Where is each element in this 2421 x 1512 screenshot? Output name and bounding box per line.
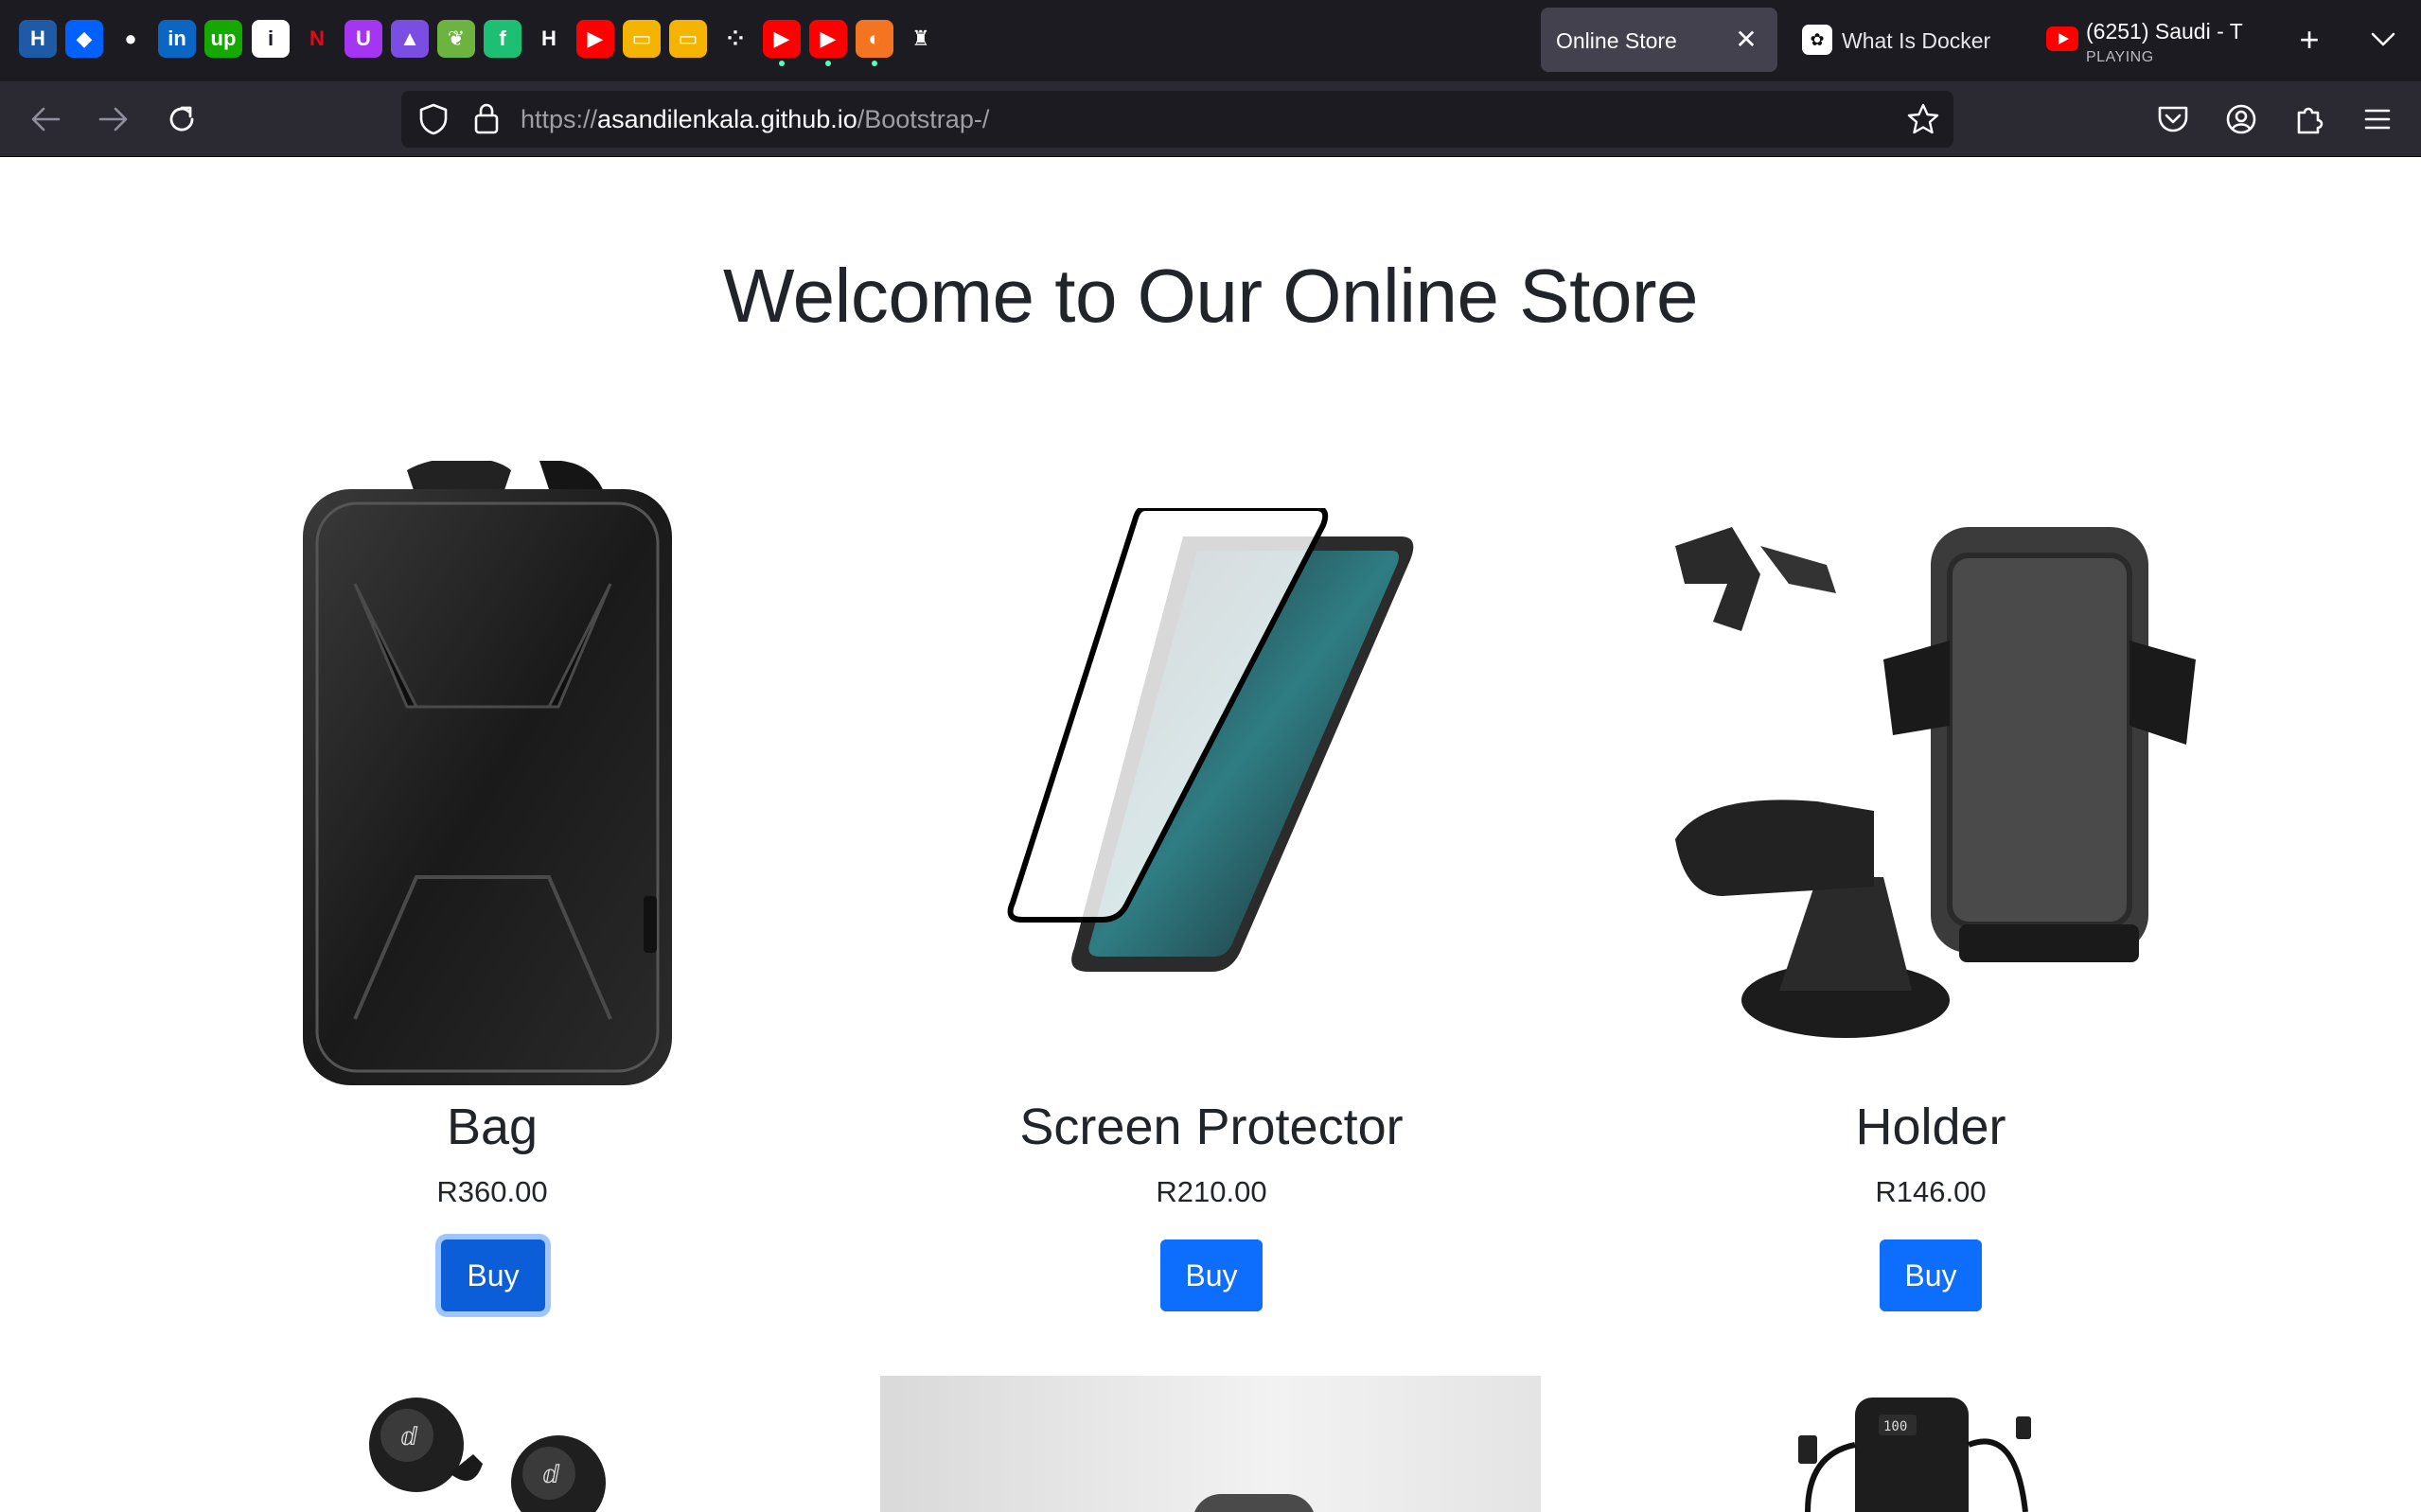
earbuds-image: ⅆ ⅆ xyxy=(369,1398,606,1512)
dropbox-icon[interactable]: ◆ xyxy=(65,20,103,58)
close-icon[interactable]: ✕ xyxy=(1730,23,1762,55)
page-title: Welcome to Our Online Store xyxy=(723,254,1698,338)
tab-online-store[interactable]: Online Store ✕ xyxy=(1541,8,1777,72)
hyperskill-icon[interactable]: H xyxy=(530,20,568,58)
app-purple-icon[interactable]: ▲ xyxy=(391,20,429,58)
product-price: R146.00 xyxy=(1875,1175,1987,1208)
udemy-icon[interactable]: U xyxy=(345,20,382,58)
spring-icon[interactable]: ❦ xyxy=(437,20,475,58)
tracking-protection-shield-icon[interactable] xyxy=(418,103,449,140)
crest-icon[interactable]: ♜ xyxy=(902,20,940,58)
list-all-tabs-chevron-icon[interactable] xyxy=(2364,21,2402,59)
svg-text:100: 100 xyxy=(1883,1419,1907,1434)
info-icon[interactable]: i xyxy=(252,20,290,58)
url-text[interactable]: https://asandilenkala.github.io/Bootstra… xyxy=(521,105,989,134)
tab-what-is-docker[interactable]: ✿ What Is Docker xyxy=(1791,8,2018,72)
lock-icon[interactable] xyxy=(473,102,500,139)
dots-app-icon[interactable]: ⁘ xyxy=(716,20,754,58)
menu-hamburger-icon[interactable] xyxy=(2357,98,2398,140)
extensions-puzzle-icon[interactable] xyxy=(2288,98,2330,140)
backpack-image xyxy=(303,461,672,1085)
media-playing-indicator xyxy=(779,61,785,66)
fiverr-icon[interactable]: f xyxy=(484,20,521,58)
upwork-icon[interactable]: up xyxy=(204,20,242,58)
product-photo-image xyxy=(880,1376,1541,1512)
chatgpt-icon: ✿ xyxy=(1802,25,1832,55)
account-icon[interactable] xyxy=(2220,98,2262,140)
power-bank-image: 100 xyxy=(1798,1398,2031,1512)
product-name: Bag xyxy=(446,1099,539,1155)
new-tab-plus-icon[interactable]: + xyxy=(2290,20,2328,59)
forward-arrow-icon[interactable] xyxy=(93,98,134,140)
web-page: Welcome to Our Online Store Bag R360.00 … xyxy=(0,158,2421,1512)
tab-title: What Is Docker xyxy=(1842,28,1991,53)
bookmark-star-icon[interactable] xyxy=(1906,102,1940,141)
tab-title: (6251) Saudi - T xyxy=(2086,19,2243,44)
youtube-playing-icon[interactable]: ▶ xyxy=(763,20,801,58)
product-name: Holder xyxy=(1855,1099,2006,1155)
media-playing-indicator xyxy=(825,61,831,66)
pocket-icon[interactable] xyxy=(2152,98,2194,140)
slides-icon-2[interactable]: ▭ xyxy=(669,20,707,58)
url-path: /Bootstrap-/ xyxy=(857,105,990,133)
tab-strip: H ◆ ● in up i N U ▲ ❦ f H ▶ ▭ ▭ ⁘ ▶ ▶ ◐ ♜ Online Store ✕ ✿ … xyxy=(0,0,2421,81)
product-name: Screen Protector xyxy=(1019,1099,1404,1155)
tab-title: Online Store xyxy=(1556,28,1677,53)
back-arrow-icon[interactable] xyxy=(25,98,66,140)
url-host: asandilenkala.github.io xyxy=(597,105,857,133)
tab-youtube-playing[interactable]: (6251) Saudi - T PLAYING xyxy=(2037,8,2264,72)
navigation-toolbar: https://asandilenkala.github.io/Bootstra… xyxy=(0,81,2421,157)
youtube-icon[interactable]: ▶ xyxy=(576,20,614,58)
reload-icon[interactable] xyxy=(161,98,203,140)
phone-holder-image xyxy=(1675,527,2196,1038)
slides-icon[interactable]: ▭ xyxy=(623,20,661,58)
url-scheme: https:// xyxy=(521,105,598,133)
address-bar[interactable]: https://asandilenkala.github.io/Bootstra… xyxy=(401,91,1953,148)
linkedin-icon[interactable]: in xyxy=(158,20,196,58)
media-playing-indicator xyxy=(872,61,877,66)
hackerrank-icon[interactable]: H xyxy=(19,20,57,58)
github-icon[interactable]: ● xyxy=(112,20,150,58)
buy-button-holder[interactable]: Buy xyxy=(1880,1239,1982,1311)
netflix-icon[interactable]: N xyxy=(298,20,336,58)
screen-protector-image xyxy=(1007,508,1414,972)
buy-button-bag[interactable]: Buy xyxy=(441,1239,545,1311)
product-price: R360.00 xyxy=(436,1175,548,1208)
product-price: R210.00 xyxy=(1156,1175,1267,1208)
svg-text:ⅆ: ⅆ xyxy=(542,1461,560,1489)
svg-text:ⅆ: ⅆ xyxy=(400,1423,418,1451)
youtube-playing-icon-2[interactable]: ▶ xyxy=(809,20,847,58)
buy-button-screen-protector[interactable]: Buy xyxy=(1160,1239,1263,1311)
crunchyroll-icon[interactable]: ◐ xyxy=(856,20,893,58)
tab-playing-label: PLAYING xyxy=(2086,49,2154,65)
youtube-icon xyxy=(2046,26,2078,51)
